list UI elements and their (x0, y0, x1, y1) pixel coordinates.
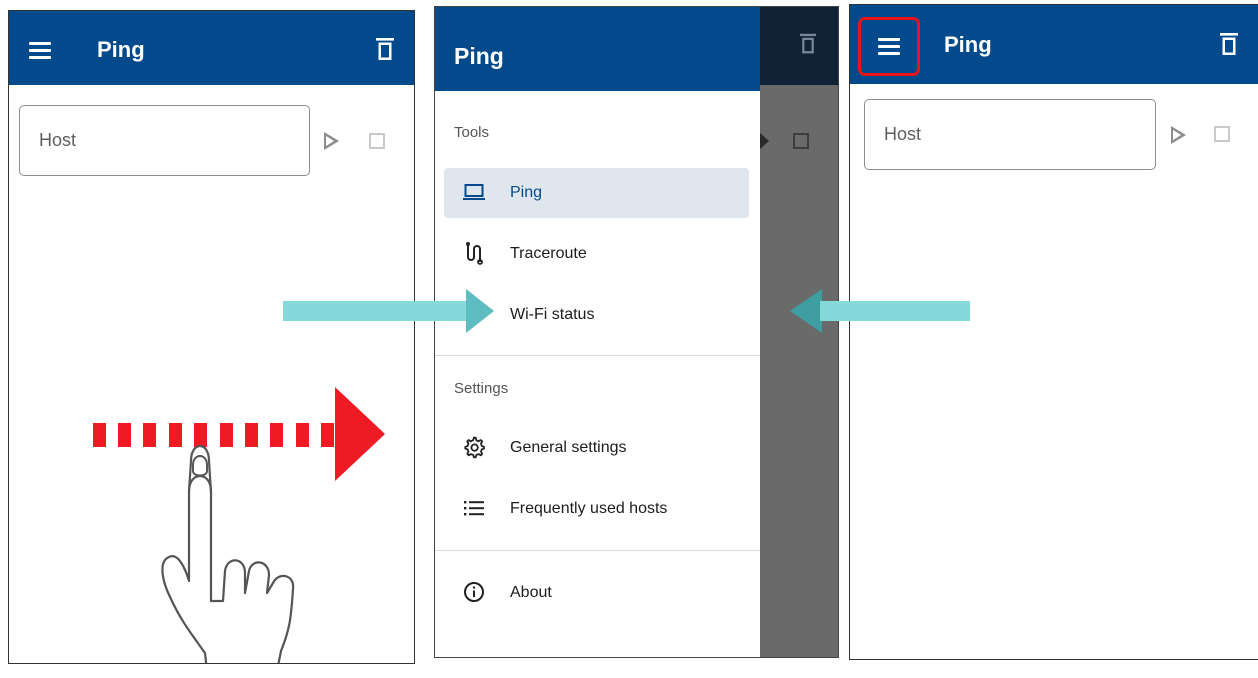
menu-button-highlight (858, 17, 920, 76)
trash-icon[interactable] (1220, 33, 1238, 56)
nav-item-frequent-hosts[interactable]: Frequently used hosts (444, 484, 749, 534)
drawer-divider (435, 355, 760, 356)
drawer-header: Ping (435, 7, 760, 91)
nav-item-about[interactable]: About (444, 568, 749, 618)
trash-icon[interactable] (376, 38, 394, 61)
app-title: Ping (97, 37, 145, 62)
nav-item-label: About (510, 584, 552, 601)
nav-item-general-settings[interactable]: General settings (444, 423, 749, 473)
section-settings: Settings (454, 380, 509, 397)
swipe-hand-icon (161, 444, 295, 663)
app-bar: Ping (9, 11, 414, 85)
play-icon (760, 133, 769, 149)
drawer-divider (435, 550, 760, 551)
nav-item-traceroute[interactable]: Traceroute (444, 229, 749, 279)
laptop-icon (463, 184, 485, 200)
list-icon (464, 501, 484, 516)
menu-icon[interactable] (29, 42, 51, 59)
screen-main-menu-button: Ping Host (849, 4, 1258, 660)
nav-item-label: Ping (510, 184, 543, 201)
host-input[interactable]: Host (864, 99, 1156, 170)
nav-item-label: Frequently used hosts (510, 500, 668, 517)
nav-item-label: General settings (510, 439, 627, 456)
nav-item-ping[interactable]: Ping (444, 168, 749, 218)
app-title: Ping (944, 32, 992, 57)
traceroute-icon (466, 242, 483, 265)
stop-icon (793, 133, 809, 149)
stop-ping-button[interactable] (369, 133, 385, 149)
host-input[interactable]: Host (19, 105, 310, 176)
nav-item-label: Traceroute (510, 245, 587, 262)
stop-ping-button[interactable] (1214, 126, 1230, 142)
start-ping-button[interactable] (324, 132, 339, 150)
trash-icon (800, 33, 816, 54)
gear-icon (464, 436, 485, 459)
start-ping-button[interactable] (1171, 126, 1186, 144)
drawer-title: Ping (454, 43, 504, 69)
section-tools: Tools (454, 124, 490, 141)
screen-main-swipe: Ping Host (8, 10, 415, 664)
nav-item-label: Wi-Fi status (510, 306, 595, 323)
info-icon (464, 582, 484, 602)
